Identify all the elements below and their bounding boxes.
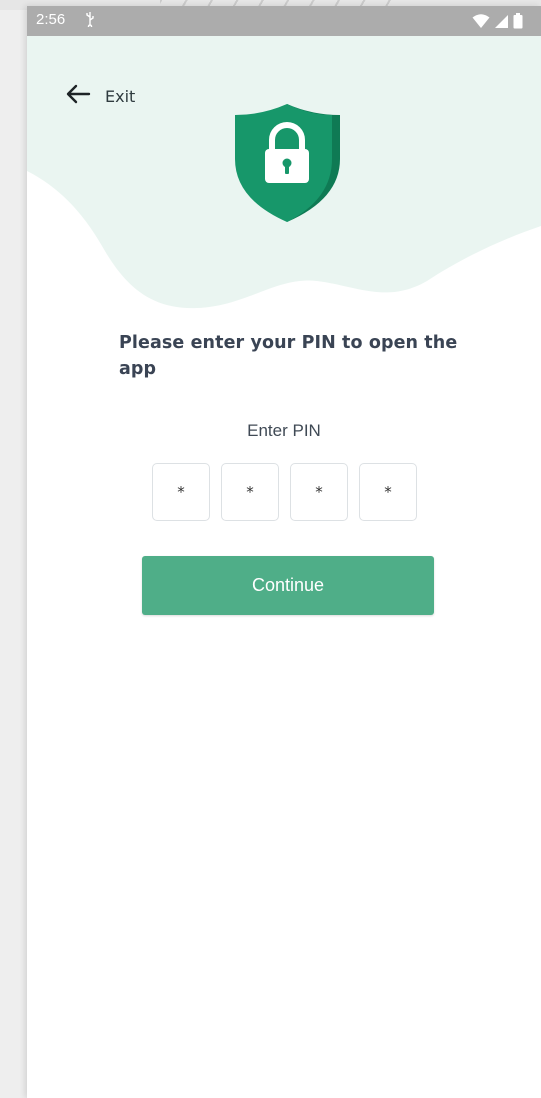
pin-prompt: Please enter your PIN to open the app: [119, 333, 458, 379]
pin-digit-3[interactable]: *: [290, 463, 348, 521]
exit-label: Exit: [105, 87, 136, 106]
pin-digit-2[interactable]: *: [221, 463, 279, 521]
signal-icon: [494, 14, 509, 34]
status-icons: [472, 13, 523, 34]
status-bar: 2:56: [27, 6, 541, 36]
shield-lock-icon: [235, 104, 340, 222]
pin-digit-4[interactable]: *: [359, 463, 417, 521]
battery-icon: [513, 13, 523, 34]
pin-digit-1[interactable]: *: [152, 463, 210, 521]
app-screen: 2:56 Exit Please enter your PIN to open …: [27, 6, 541, 1098]
continue-button[interactable]: Continue: [142, 556, 434, 615]
wifi-icon: [472, 13, 490, 34]
pin-label: Enter PIN: [247, 421, 321, 440]
pin-input-group: * * * *: [152, 463, 417, 521]
status-time: 2:56: [36, 11, 66, 28]
arrow-left-icon: [65, 84, 91, 109]
exit-button[interactable]: Exit: [65, 84, 135, 109]
usb-icon: [85, 11, 95, 30]
